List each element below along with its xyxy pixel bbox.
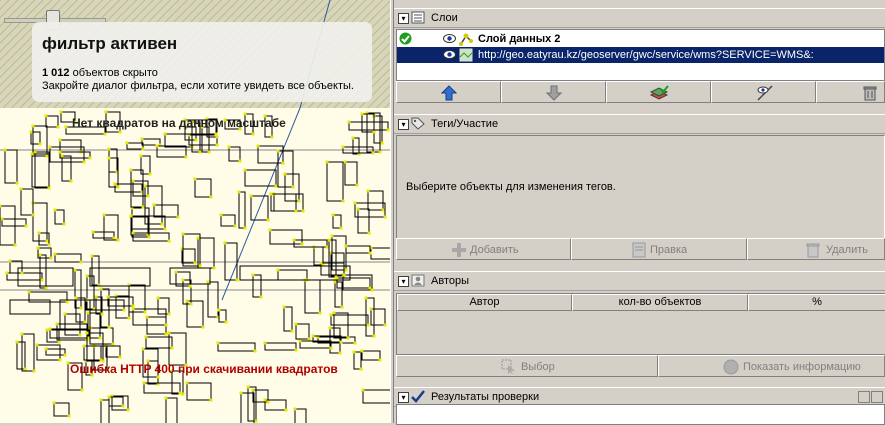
panel-minimize-icon[interactable] <box>858 391 870 403</box>
collapse-toggle-icon[interactable]: ▾ <box>398 276 409 287</box>
column-header-author[interactable]: Автор <box>397 294 572 311</box>
edit-tag-label: Правка <box>650 244 688 256</box>
validation-results <box>396 404 885 425</box>
filter-hint: Закройте диалог фильтра, если хотите уви… <box>42 80 354 92</box>
filter-notification: фильтр активен 1 012 объектов скрыто Зак… <box>32 22 372 102</box>
visibility-icon <box>757 85 773 101</box>
authors-panel-header[interactable]: ▾ Авторы <box>394 271 885 291</box>
edit-icon <box>632 242 646 258</box>
panel-close-icon[interactable] <box>871 391 883 403</box>
move-down-icon <box>546 85 562 101</box>
delete-tag-button[interactable]: Удалить <box>747 238 885 260</box>
authors-panel-title: Авторы <box>431 275 469 287</box>
http-error-message: Ошибка HTTP 400 при скачивании квадратов <box>70 362 338 376</box>
toggle-visibility-button[interactable] <box>711 81 816 103</box>
layer-row-selected[interactable]: http://geo.eatyrau.kz/geoserver/gwc/serv… <box>397 47 884 63</box>
column-header-count[interactable]: кол-во объектов <box>572 294 748 311</box>
delete-tag-label: Удалить <box>826 244 868 256</box>
no-tiles-message: Нет квадратов на данном масштабе <box>72 116 286 130</box>
tags-panel-header[interactable]: ▾ Теги/Участие <box>394 114 885 134</box>
tags-panel-title: Теги/Участие <box>431 118 499 130</box>
delete-icon <box>806 243 820 258</box>
map-view[interactable]: фильтр активен 1 012 объектов скрыто Зак… <box>0 0 390 423</box>
layer-row[interactable]: Слой данных 2 <box>397 31 884 47</box>
layers-panel-title: Слои <box>431 12 458 24</box>
collapse-toggle-icon[interactable]: ▾ <box>398 13 409 24</box>
layers-panel-header[interactable]: ▾ Слои <box>394 8 885 28</box>
add-tag-label: Добавить <box>470 244 519 256</box>
layers-list[interactable]: Слой данных 2 http://geo.eatyrau.kz/geos… <box>396 29 885 81</box>
delete-layer-button[interactable] <box>816 81 885 103</box>
edit-tag-button[interactable]: Правка <box>571 238 747 260</box>
tags-area: Выберите объекты для изменения тегов. <box>396 135 885 239</box>
add-tag-button[interactable]: Добавить <box>396 238 571 260</box>
select-icon <box>501 359 515 374</box>
tag-icon <box>411 117 425 130</box>
layers-toolbar <box>396 81 885 105</box>
move-up-button[interactable] <box>396 81 501 103</box>
filter-title: фильтр активен <box>42 34 178 53</box>
authors-icon <box>411 274 425 287</box>
move-up-icon <box>441 85 457 101</box>
delete-layer-icon <box>863 86 877 101</box>
move-down-button[interactable] <box>501 81 606 103</box>
merge-layers-button[interactable] <box>606 81 711 103</box>
select-button[interactable]: Выбор <box>396 355 658 377</box>
select-label: Выбор <box>521 361 555 373</box>
collapse-toggle-icon[interactable]: ▾ <box>398 119 409 130</box>
eye-icon[interactable] <box>443 33 456 44</box>
eye-icon[interactable] <box>443 49 456 60</box>
hidden-count-value: 1 012 <box>42 67 70 79</box>
panel-splitter[interactable] <box>390 0 394 423</box>
layer-name[interactable]: Слой данных 2 <box>478 33 560 45</box>
layer-name[interactable]: http://geo.eatyrau.kz/geoserver/gwc/serv… <box>478 49 814 61</box>
tags-empty-message: Выберите объекты для изменения тегов. <box>406 181 616 193</box>
authors-table[interactable]: Автор кол-во объектов % <box>396 293 885 355</box>
info-icon <box>723 359 739 375</box>
hidden-count-suffix: объектов скрыто <box>69 67 158 79</box>
show-info-label: Показать информацию <box>743 361 861 373</box>
merge-layers-icon <box>649 85 669 100</box>
layers-icon <box>411 11 425 24</box>
collapse-toggle-icon[interactable]: ▾ <box>398 392 409 403</box>
tags-toolbar: Добавить Правка Удалить <box>396 238 885 262</box>
imagery-layer-icon <box>459 48 473 62</box>
checkmark-icon <box>411 390 425 403</box>
data-layer-icon <box>459 33 473 46</box>
add-icon <box>452 243 466 257</box>
authors-toolbar: Выбор Показать информацию <box>396 355 885 379</box>
validation-panel-title: Результаты проверки <box>431 391 540 403</box>
column-header-percent[interactable]: % <box>748 294 885 311</box>
filter-hidden-count: 1 012 объектов скрыто <box>42 67 158 79</box>
active-layer-check-icon[interactable] <box>399 32 412 45</box>
show-info-button[interactable]: Показать информацию <box>658 355 885 377</box>
